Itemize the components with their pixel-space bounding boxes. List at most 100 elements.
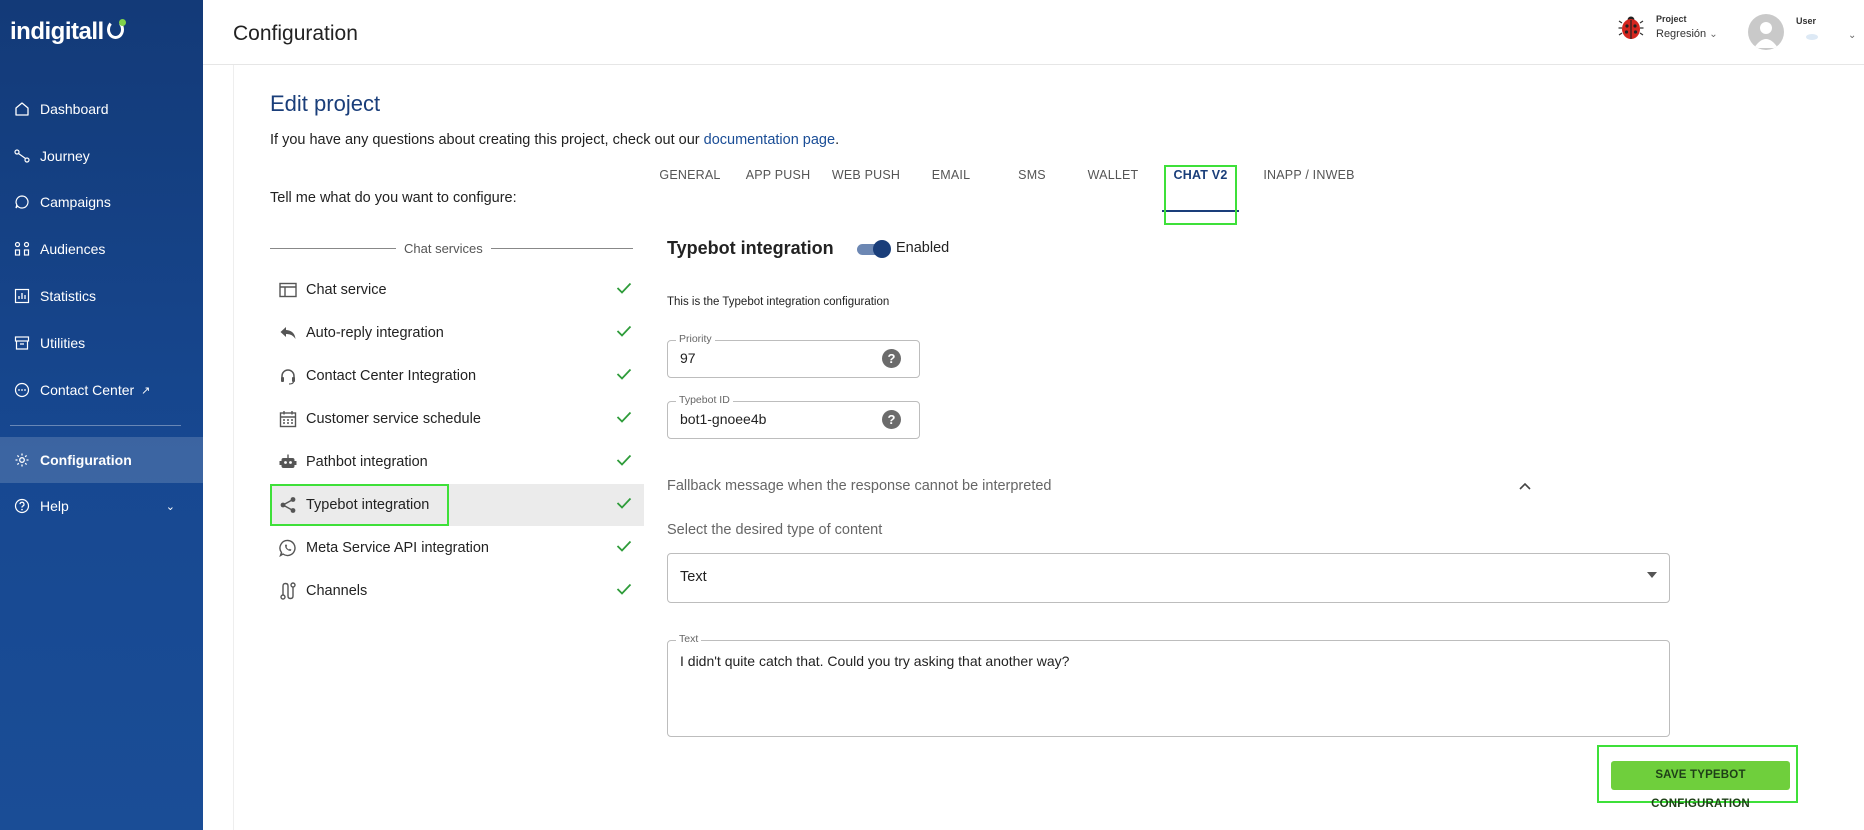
service-highlight-box (270, 484, 449, 526)
sidebar-item-label: Help (40, 498, 69, 514)
sidebar-item-label: Audiences (40, 241, 106, 257)
sidebar-item-utilities[interactable]: Utilities (0, 323, 203, 363)
tab-web-push[interactable]: WEB PUSH (827, 155, 905, 195)
indigitall-logo[interactable]: indigitall (10, 18, 126, 46)
audiences-icon (13, 240, 31, 258)
sidebar-item-label: Utilities (40, 335, 86, 351)
robot-icon (278, 452, 298, 472)
enabled-toggle[interactable] (855, 240, 891, 258)
tab-sms[interactable]: SMS (1004, 155, 1060, 195)
section-label: Chat services (396, 241, 491, 256)
project-label: Project (1656, 14, 1687, 24)
content-type-value: Text (680, 569, 707, 585)
project-value: Regresión ⌄ (1656, 28, 1718, 40)
service-item-pathbot[interactable]: Pathbot integration (270, 441, 644, 483)
headset-icon (278, 366, 298, 386)
project-selector[interactable]: Project Regresión ⌄ (1618, 14, 1718, 40)
content-type-select[interactable]: Text (667, 553, 1670, 603)
browser-window-icon (278, 280, 298, 300)
sidebar-item-journey[interactable]: Journey (0, 136, 203, 176)
route-icon (278, 581, 298, 601)
typebot-id-value: bot1-gnoee4b (680, 411, 767, 427)
home-icon (13, 100, 31, 118)
page-title: Configuration (233, 22, 358, 45)
sidebar-item-label: Statistics (40, 288, 97, 304)
sidebar-item-help[interactable]: Help ⌄ (0, 486, 203, 526)
user-label: User (1796, 16, 1817, 26)
whatsapp-icon (278, 538, 298, 558)
logo-ring-icon (106, 19, 126, 39)
user-menu[interactable]: User ⌄ (1748, 14, 1856, 50)
service-label: Pathbot integration (306, 454, 428, 470)
fallback-text-area[interactable]: Text I didn't quite catch that. Could yo… (667, 633, 1670, 737)
check-icon (616, 496, 632, 514)
tab-inapp-inweb[interactable]: INAPP / INWEB (1254, 155, 1364, 195)
service-item-chat-service[interactable]: Chat service (270, 269, 644, 311)
sidebar-item-statistics[interactable]: Statistics (0, 276, 203, 316)
archive-icon (13, 334, 31, 352)
sidebar-item-contact-center[interactable]: Contact Center ↗ (0, 370, 203, 410)
configure-prompt: Tell me what do you want to configure: (270, 190, 517, 206)
service-label: Chat service (306, 282, 387, 298)
caret-down-icon (1647, 572, 1657, 578)
ladybug-icon (1618, 16, 1644, 39)
service-label: Customer service schedule (306, 411, 481, 427)
help-icon[interactable]: ? (882, 410, 901, 429)
tab-wallet[interactable]: WALLET (1082, 155, 1144, 195)
check-icon (616, 453, 632, 471)
journey-icon (13, 147, 31, 165)
sidebar: indigitall Dashboard Journey Campaigns A… (0, 0, 203, 830)
save-typebot-configuration-button[interactable]: SAVE TYPEBOT CONFIGURATION (1611, 761, 1790, 810)
top-header: Configuration Project Regresión ⌄ User ⌄ (203, 0, 1864, 65)
service-item-meta-api[interactable]: Meta Service API integration (270, 527, 644, 569)
check-icon (616, 281, 632, 299)
calendar-icon (278, 409, 298, 429)
help-icon[interactable]: ? (882, 349, 901, 368)
cloud-icon (1806, 34, 1818, 40)
main-content: Edit project If you have any questions a… (233, 65, 1864, 830)
documentation-link[interactable]: documentation page (704, 132, 835, 148)
service-item-schedule[interactable]: Customer service schedule (270, 398, 644, 440)
user-silhouette-icon (1754, 22, 1778, 48)
tab-email[interactable]: EMAIL (921, 155, 981, 195)
content-type-label: Select the desired type of content (667, 522, 883, 538)
priority-value: 97 (680, 350, 696, 366)
question-circle-icon (13, 497, 31, 515)
typebot-description: This is the Typebot integration configur… (667, 296, 890, 308)
service-item-auto-reply[interactable]: Auto-reply integration (270, 312, 644, 354)
intro-text: If you have any questions about creating… (270, 132, 840, 148)
sidebar-divider (10, 425, 181, 426)
chevron-down-icon: ⌄ (1709, 29, 1718, 40)
chevron-up-icon[interactable] (1519, 477, 1531, 493)
service-label: Meta Service API integration (306, 540, 489, 556)
sidebar-item-label: Dashboard (40, 101, 109, 117)
service-item-contact-center[interactable]: Contact Center Integration (270, 355, 644, 397)
service-label: Auto-reply integration (306, 325, 444, 341)
sidebar-item-label: Journey (40, 148, 90, 164)
check-icon (616, 410, 632, 428)
service-item-channels[interactable]: Channels (270, 570, 644, 612)
check-icon (616, 539, 632, 557)
avatar (1748, 14, 1784, 50)
priority-label: Priority (676, 333, 715, 345)
sidebar-item-dashboard[interactable]: Dashboard (0, 89, 203, 129)
sidebar-item-configuration[interactable]: Configuration (0, 437, 203, 483)
priority-field[interactable]: Priority 97 ? (667, 333, 920, 378)
sidebar-item-label: Contact Center (40, 382, 135, 398)
typebot-section-title: Typebot integration (667, 238, 834, 258)
sidebar-item-audiences[interactable]: Audiences (0, 229, 203, 269)
tab-general[interactable]: GENERAL (654, 155, 726, 195)
chat-dots-icon (13, 381, 31, 399)
fallback-section-header[interactable]: Fallback message when the response canno… (667, 478, 1051, 494)
typebot-id-field[interactable]: Typebot ID bot1-gnoee4b ? (667, 394, 920, 439)
enabled-label: Enabled (896, 240, 950, 256)
bar-chart-icon (13, 287, 31, 305)
service-label: Channels (306, 583, 368, 599)
fallback-text-value: I didn't quite catch that. Could you try… (680, 653, 1070, 669)
chat-bubble-icon (13, 193, 31, 211)
sidebar-item-label: Campaigns (40, 194, 111, 210)
tab-app-push[interactable]: APP PUSH (742, 155, 814, 195)
edit-project-heading: Edit project (270, 91, 381, 116)
chevron-down-icon: ⌄ (165, 500, 175, 513)
sidebar-item-campaigns[interactable]: Campaigns (0, 182, 203, 222)
